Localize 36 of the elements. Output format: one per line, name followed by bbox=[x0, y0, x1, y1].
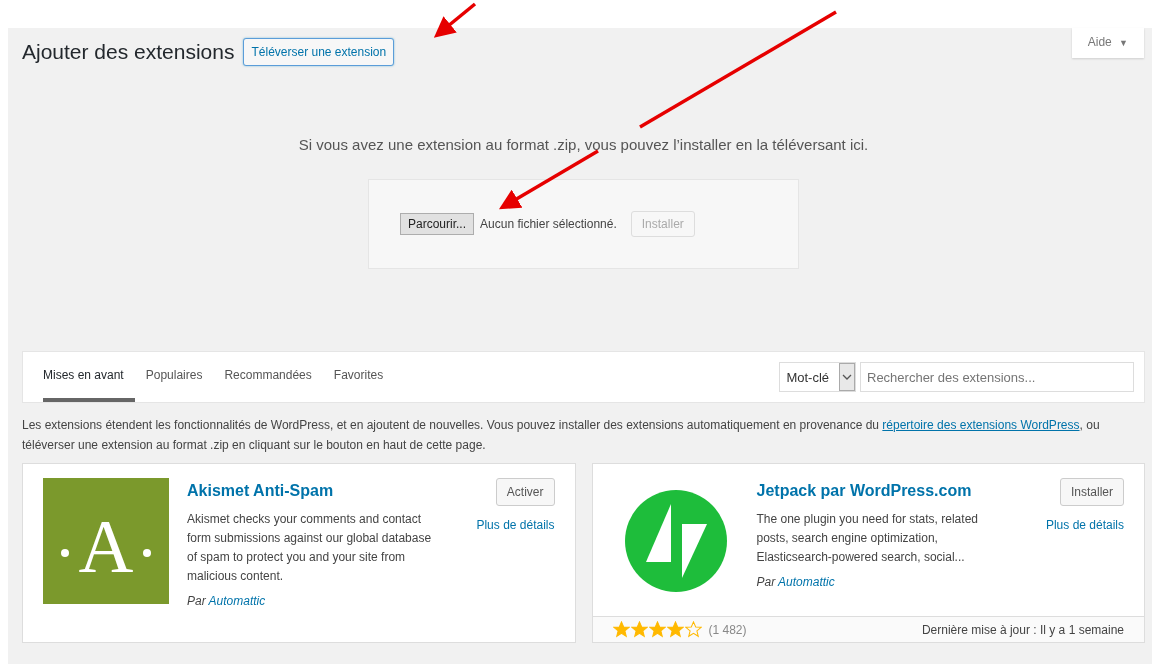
plugin-name-link[interactable]: Jetpack par WordPress.com bbox=[756, 482, 1028, 500]
filled-star-icon bbox=[666, 621, 684, 638]
logo-letter: A bbox=[78, 504, 134, 588]
plugin-description: Akismet checks your comments and contact form submissions against our global database of spam to protect you and your site from malicious content. bbox=[187, 511, 433, 585]
caret-icon bbox=[839, 363, 855, 391]
author-link[interactable]: Automattic bbox=[778, 575, 835, 589]
plugin-action-button[interactable]: Installer bbox=[1059, 478, 1124, 506]
browse-button[interactable]: Parcourir... bbox=[400, 213, 475, 235]
filter-tab[interactable]: Favorites bbox=[322, 352, 395, 402]
filter-tab[interactable]: Mises en avant bbox=[43, 352, 135, 402]
filter-tab[interactable]: Populaires bbox=[134, 352, 214, 402]
dot-icon bbox=[143, 549, 151, 557]
upload-instructions: Si vous avez une extension au format .zip, vous pouvez l’installer en la téléversant ici. bbox=[297, 136, 870, 153]
plugin-description: The one plugin you need for stats, related posts, search engine optimization, Elasticsearch-powered search, social... bbox=[756, 511, 979, 566]
plugin-author: Par Automattic bbox=[187, 594, 267, 608]
more-details-link[interactable]: Plus de détails bbox=[476, 518, 555, 532]
filled-star-icon bbox=[648, 621, 666, 638]
dot-icon bbox=[61, 549, 69, 557]
file-status: Aucun fichier sélectionné. bbox=[480, 217, 617, 231]
help-tab[interactable]: Aide ▼ bbox=[1071, 28, 1144, 58]
filled-star-icon bbox=[630, 621, 648, 638]
search-field[interactable]: Rechercher des extensions... bbox=[860, 362, 1134, 392]
intro-text: Les extensions étendent les fonctionnalités de WordPress, et en ajoutent de nouvelles. Vous pouvez installer des extensions automatiquement en provenance du répertoire des extensions WordPress, ou téléverser une extension au format .zip en cliquant sur le bouton en haut de cette page. bbox=[22, 417, 1101, 454]
page-title: Ajouter des extensions bbox=[22, 40, 235, 64]
author-link[interactable]: Automattic bbox=[208, 594, 266, 608]
plugin-name-link[interactable]: Akismet Anti-Spam bbox=[187, 482, 459, 500]
rating-count: (1 482) bbox=[708, 622, 747, 637]
filter-tab[interactable]: Recommandées bbox=[213, 352, 323, 402]
last-updated: Dernière mise à jour : Il y a 1 semaine bbox=[921, 622, 1124, 637]
search-type-dropdown[interactable]: Mot-clé bbox=[779, 362, 856, 392]
annotation-arrow bbox=[433, 2, 477, 38]
plugin-action-button[interactable]: Activer bbox=[495, 478, 555, 506]
more-details-link[interactable]: Plus de détails bbox=[1045, 518, 1124, 532]
filled-star-icon bbox=[612, 621, 630, 638]
upload-plugin-button[interactable]: Téléverser une extension bbox=[243, 38, 395, 66]
plugin-directory-link[interactable]: répertoire des extensions WordPress bbox=[882, 418, 1080, 432]
